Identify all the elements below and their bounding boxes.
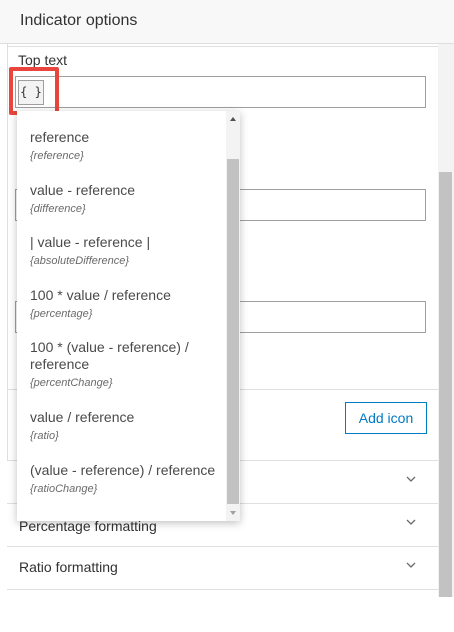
chevron-down-icon	[406, 519, 416, 525]
add-icon-button[interactable]: Add icon	[345, 402, 427, 434]
panel-scrollbar-thumb[interactable]	[439, 172, 452, 597]
collapsible-row-next[interactable]	[7, 589, 438, 632]
indicator-options-panel: Indicator options Top text { } Add icon …	[0, 0, 454, 632]
collapsible-row-ratio-formatting[interactable]: Ratio formatting	[7, 546, 438, 589]
dropdown-item-absolute-difference[interactable]: | value - reference | {absoluteDifferenc…	[30, 234, 220, 268]
dropdown-item-code: {percentage}	[30, 308, 93, 320]
dropdown-scrollbar-thumb[interactable]	[227, 159, 239, 504]
panel-title: Indicator options	[20, 12, 138, 29]
dropdown-item-label: 100 * value / reference	[30, 287, 171, 303]
collapsible-label: Ratio formatting	[19, 559, 118, 575]
dropdown-item-code: {difference}	[30, 203, 86, 215]
dropdown-item-label: value / reference	[30, 409, 135, 425]
dropdown-item-code: {absoluteDifference}	[30, 255, 130, 267]
dropdown-item-code: {percentChange}	[30, 377, 113, 389]
arrow-down-icon[interactable]	[228, 508, 238, 518]
dropdown-item-label: reference	[30, 129, 90, 145]
dropdown-item-label: | value - reference |	[30, 234, 151, 250]
top-text-label: Top text	[18, 52, 68, 68]
chevron-down-icon	[406, 562, 416, 568]
section-border	[7, 46, 438, 47]
top-text-input[interactable]	[15, 76, 426, 108]
dropdown-item-percentage[interactable]: 100 * value / reference {percentage}	[30, 287, 220, 321]
dropdown-item-label: (value - reference) / reference	[30, 462, 216, 478]
arrow-up-icon[interactable]	[228, 114, 238, 124]
panel-header: Indicator options	[0, 0, 454, 44]
dropdown-item-label: value - reference	[30, 182, 136, 198]
dropdown-item-code: {ratioChange}	[30, 483, 98, 495]
expression-dropdown: reference {reference} value - reference …	[17, 111, 240, 521]
dropdown-item-difference[interactable]: value - reference {difference}	[30, 182, 220, 216]
dropdown-item-code: {reference}	[30, 150, 84, 162]
chevron-down-icon	[406, 476, 416, 482]
highlight-annotation	[9, 67, 59, 115]
dropdown-item-code: {ratio}	[30, 430, 59, 442]
dropdown-item-ratio-change[interactable]: (value - reference) / reference {ratioCh…	[30, 462, 220, 496]
dropdown-item-ratio[interactable]: value / reference {ratio}	[30, 409, 220, 443]
dropdown-item-reference[interactable]: reference {reference}	[30, 129, 220, 163]
dropdown-item-label: 100 * (value - reference) / reference	[30, 339, 189, 372]
dropdown-item-percent-change[interactable]: 100 * (value - reference) / reference {p…	[30, 339, 220, 390]
